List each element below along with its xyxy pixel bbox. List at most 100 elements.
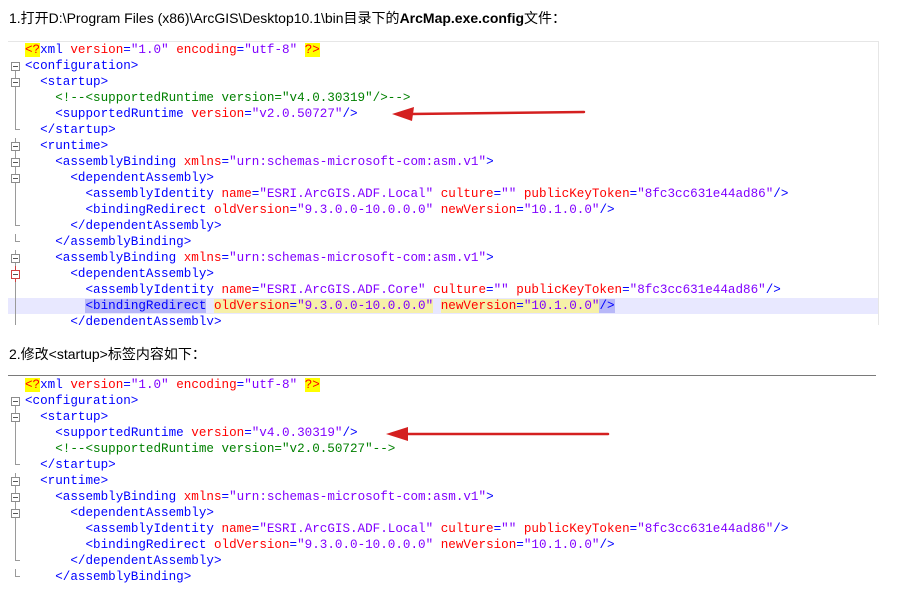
equals: =	[516, 203, 524, 217]
fold-gutter-icon	[8, 569, 24, 585]
attribute-value: "8fc3cc631e44ad86"	[629, 283, 766, 297]
xml-pi-name: xml	[40, 43, 63, 57]
code-line: </dependentAssembly>	[8, 218, 878, 234]
xml-tag: </startup>	[40, 458, 116, 472]
collapse-toggle-icon[interactable]	[11, 509, 20, 518]
element-open: <assemblyIdentity	[85, 522, 213, 536]
code-line: <configuration>	[8, 58, 878, 74]
element-name: bindingRedirect	[93, 538, 207, 552]
attribute: oldVersion="9.3.0.0-10.0.0.0"	[213, 299, 434, 313]
attribute-name: name	[221, 283, 252, 297]
attribute-value: "9.3.0.0-10.0.0.0"	[297, 299, 434, 313]
tag-bracket: <	[85, 187, 94, 201]
xml-tag: <configuration>	[25, 59, 139, 73]
fold-gutter-icon	[8, 409, 24, 425]
fold-gutter-icon	[8, 266, 24, 282]
equals: =	[123, 43, 131, 57]
attribute: oldVersion="9.3.0.0-10.0.0.0"	[214, 538, 433, 552]
attribute-value: "1.0"	[130, 43, 169, 57]
collapse-toggle-icon[interactable]	[11, 62, 20, 71]
fold-gutter-icon	[8, 377, 24, 393]
fold-gutter-icon	[8, 154, 24, 170]
attribute: name="ESRI.ArcGIS.ADF.Core"	[222, 283, 426, 297]
tag-close: />	[765, 283, 781, 297]
step1-prefix: 1.打开D:\Program Files (x86)\ArcGIS\Deskto…	[9, 10, 400, 26]
code-line: <assemblyBinding xmlns="urn:schemas-micr…	[8, 250, 878, 266]
element-open: <supportedRuntime	[55, 107, 183, 121]
element-name: assemblyBinding	[62, 251, 177, 265]
xml-tag: </dependentAssembly>	[70, 219, 222, 233]
attribute: publicKeyToken="8fc3cc631e44ad86"	[524, 187, 773, 201]
tag-bracket: <	[55, 251, 63, 265]
fold-gutter-icon	[8, 298, 24, 314]
collapse-toggle-icon[interactable]	[11, 270, 20, 279]
collapse-toggle-icon[interactable]	[11, 493, 20, 502]
collapse-toggle-icon[interactable]	[11, 142, 20, 151]
xml-tag: </dependentAssembly>	[70, 315, 222, 325]
attribute-name: culture	[433, 283, 487, 297]
code-line: <dependentAssembly>	[8, 266, 878, 282]
collapse-toggle-icon[interactable]	[11, 477, 20, 486]
tag-close: />	[599, 203, 615, 217]
tag-bracket: <	[85, 299, 94, 313]
fold-gutter-icon	[8, 457, 24, 473]
fold-gutter-icon	[8, 106, 24, 122]
tag-close: />	[773, 522, 789, 536]
fold-gutter-icon	[8, 138, 24, 154]
step2-instruction: 2.修改<startup>标签内容如下：	[9, 346, 206, 362]
tag-close: >	[486, 490, 494, 504]
element-open: <assemblyIdentity	[85, 187, 213, 201]
fold-gutter-icon	[8, 42, 24, 58]
element-name: supportedRuntime	[62, 107, 184, 121]
attribute-value: "9.3.0.0-10.0.0.0"	[297, 538, 434, 552]
code-line: <bindingRedirect oldVersion="9.3.0.0-10.…	[8, 298, 878, 314]
equals: =	[622, 283, 630, 297]
attribute-value: "utf-8"	[244, 378, 298, 392]
code-line: <configuration>	[8, 393, 876, 409]
code-line: <assemblyIdentity name="ESRI.ArcGIS.ADF.…	[8, 186, 878, 202]
equals: =	[289, 299, 298, 313]
element-open: <assemblyBinding	[55, 251, 176, 265]
attribute: version="v4.0.30319"	[191, 426, 342, 440]
collapse-toggle-icon[interactable]	[11, 254, 20, 263]
collapse-toggle-icon[interactable]	[11, 413, 20, 422]
tag-bracket: <	[85, 522, 94, 536]
attribute-name: publicKeyToken	[523, 522, 630, 536]
element-name: bindingRedirect	[93, 203, 207, 217]
element-open: <bindingRedirect	[85, 203, 206, 217]
xml-tag: <runtime>	[40, 139, 109, 153]
equals: =	[244, 107, 252, 121]
arrow-icon-pointing-to-v4-runtime	[386, 427, 610, 441]
xml-tag: <runtime>	[40, 474, 109, 488]
collapse-toggle-icon[interactable]	[11, 174, 20, 183]
element-open: <supportedRuntime	[55, 426, 183, 440]
attribute-name: name	[221, 187, 252, 201]
collapse-toggle-icon[interactable]	[11, 397, 20, 406]
fold-gutter-icon	[8, 58, 24, 74]
xml-pi-open: <?	[25, 43, 41, 57]
fold-gutter-icon	[8, 537, 24, 553]
code-line: <startup>	[8, 409, 876, 425]
fold-gutter-icon	[8, 250, 24, 266]
code-line: <runtime>	[8, 473, 876, 489]
collapse-toggle-icon[interactable]	[11, 158, 20, 167]
fold-gutter-icon	[8, 473, 24, 489]
equals: =	[516, 299, 524, 313]
fold-gutter-icon	[8, 489, 24, 505]
collapse-toggle-icon[interactable]	[11, 78, 20, 87]
attribute-name: culture	[440, 187, 494, 201]
attribute-value: "ESRI.ArcGIS.ADF.Core"	[259, 283, 426, 297]
equals: =	[486, 283, 494, 297]
xml-comment: <!--<supportedRuntime version="v4.0.3031…	[55, 91, 411, 105]
